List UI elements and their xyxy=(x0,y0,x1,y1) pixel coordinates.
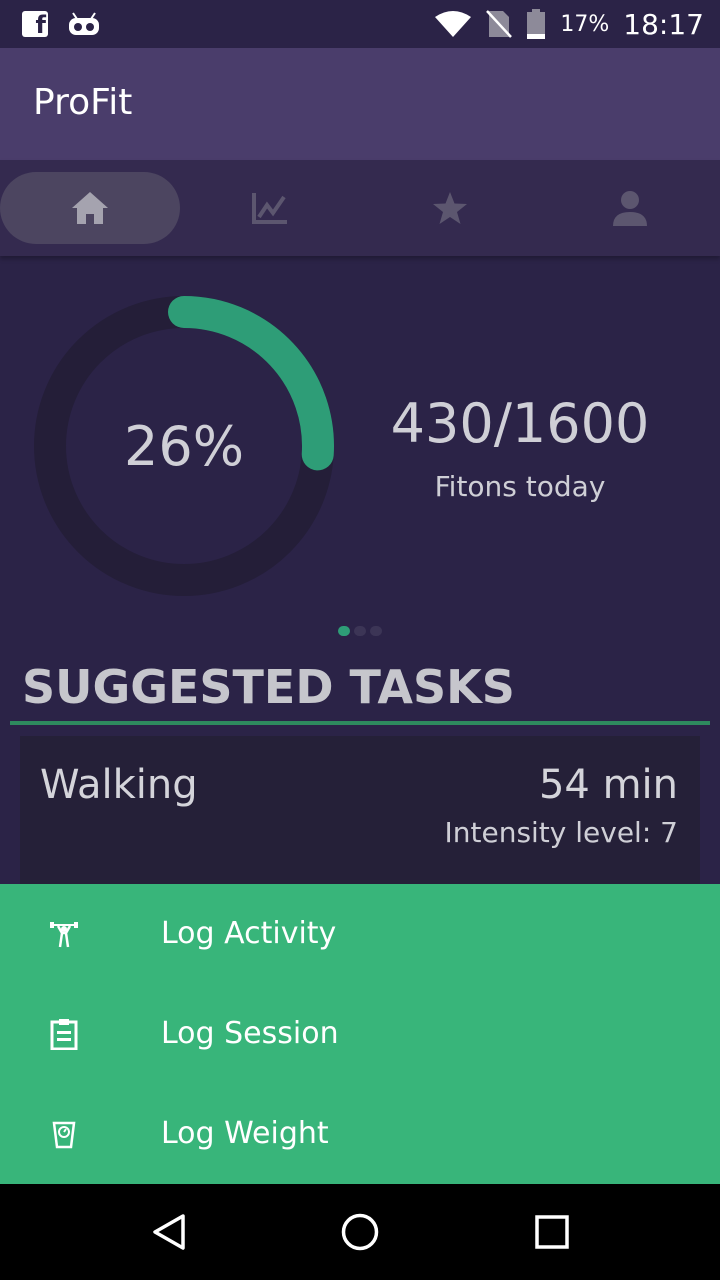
tab-bar xyxy=(0,160,720,256)
log-action-sheet: Log Activity Log Session Log Weight xyxy=(0,884,720,1184)
recents-icon[interactable] xyxy=(532,1212,572,1252)
tab-profile[interactable] xyxy=(540,172,720,244)
clipboard-icon xyxy=(46,1016,82,1052)
log-session-button[interactable]: Log Session xyxy=(0,984,720,1084)
log-activity-button[interactable]: Log Activity xyxy=(0,884,720,984)
page-dot xyxy=(354,626,366,636)
page-dot xyxy=(370,626,382,636)
fitons-count: 430/1600 xyxy=(390,392,650,455)
progress-ring[interactable]: 26% xyxy=(30,292,338,600)
task-duration: 54 min xyxy=(538,762,678,808)
tab-home[interactable] xyxy=(0,172,180,244)
page-dot xyxy=(338,626,350,636)
battery-icon xyxy=(527,9,546,39)
back-icon[interactable] xyxy=(150,1212,190,1252)
section-title: SUGGESTED TASKS xyxy=(22,660,515,714)
clock: 18:17 xyxy=(623,7,704,41)
tab-stats[interactable] xyxy=(180,172,360,244)
app-title: ProFit xyxy=(33,82,133,123)
facebook-icon: f xyxy=(22,11,48,39)
tab-favorites[interactable] xyxy=(360,172,540,244)
progress-percent: 26% xyxy=(123,414,245,478)
home-nav-icon[interactable] xyxy=(340,1212,380,1252)
log-activity-label: Log Activity xyxy=(161,916,337,951)
log-session-label: Log Session xyxy=(161,1016,339,1051)
person-icon xyxy=(613,191,647,226)
task-intensity: Intensity level: 7 xyxy=(444,816,678,849)
log-weight-button[interactable]: Log Weight xyxy=(0,1084,720,1184)
android-bot-icon xyxy=(69,12,99,35)
page-indicator xyxy=(338,626,382,636)
task-name: Walking xyxy=(40,762,198,808)
star-icon xyxy=(433,192,467,224)
app-bar: ProFit xyxy=(0,48,720,160)
wifi-icon xyxy=(435,11,472,37)
system-nav-bar xyxy=(0,1184,720,1280)
status-bar: f 17% 18:17 xyxy=(0,0,720,48)
fitons-label: Fitons today xyxy=(434,470,606,503)
no-sim-icon xyxy=(486,10,513,38)
scale-icon xyxy=(46,1116,82,1152)
battery-percent: 17% xyxy=(560,11,610,37)
weightlifter-icon xyxy=(46,916,82,952)
task-card[interactable]: Walking 54 min Intensity level: 7 xyxy=(20,736,700,884)
log-weight-label: Log Weight xyxy=(161,1116,329,1151)
home-icon xyxy=(72,192,108,224)
section-divider xyxy=(10,721,710,725)
chart-icon xyxy=(252,193,287,224)
